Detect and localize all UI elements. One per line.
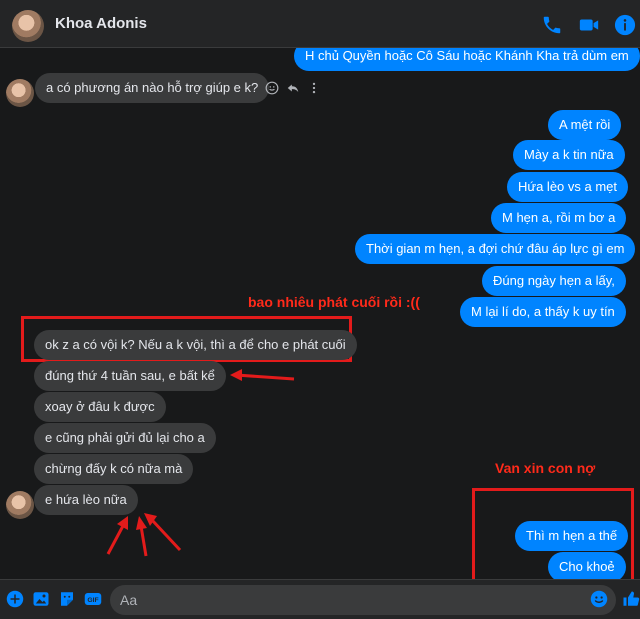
message-outgoing: Thời gian m hẹn, a đợi chứ đâu áp lực gì… xyxy=(355,234,636,264)
message-outgoing: M lại lí do, a thấy k uy tín xyxy=(460,297,626,327)
message-outgoing: Hứa lèo vs a mẹt xyxy=(507,172,629,202)
message-input[interactable]: Aa xyxy=(110,585,616,615)
contact-avatar[interactable] xyxy=(12,10,44,42)
message-incoming: e cũng phải gửi đủ lại cho a xyxy=(34,423,216,453)
message-outgoing: M hẹn a, rồi m bơ a xyxy=(491,203,627,233)
sender-avatar xyxy=(6,79,34,107)
info-icon[interactable] xyxy=(614,14,636,36)
message-outgoing: Cho khoẻ xyxy=(548,552,626,579)
message-outgoing: A mệt rồi xyxy=(548,110,622,140)
emoji-icon[interactable] xyxy=(590,590,608,608)
video-call-icon[interactable] xyxy=(578,14,600,36)
more-options-icon[interactable] xyxy=(309,81,319,95)
plus-icon[interactable] xyxy=(6,590,24,608)
message-incoming: a có phương án nào hỗ trợ giúp e k? xyxy=(35,73,270,103)
message-outgoing: Thì m hẹn a thế xyxy=(515,521,629,551)
arrow-annotation xyxy=(230,369,295,381)
svg-text:GIF: GIF xyxy=(87,597,98,604)
contact-name[interactable]: Khoa Adonis xyxy=(55,15,147,32)
sender-avatar xyxy=(6,491,34,519)
phone-icon[interactable] xyxy=(541,14,563,36)
message-outgoing: Đúng ngày hẹn a lấy, xyxy=(482,266,626,296)
react-emoji-icon[interactable] xyxy=(265,81,279,95)
annotation-note: bao nhiêu phát cuối rồi :(( xyxy=(248,294,420,310)
sticker-icon[interactable] xyxy=(58,590,76,608)
message-composer: GIF Aa xyxy=(0,579,640,619)
message-incoming: chừng đấy k có nữa mà xyxy=(34,454,194,484)
chat-header: Khoa Adonis xyxy=(0,0,640,48)
message-incoming: xoay ở đâu k được xyxy=(34,392,166,422)
message-outgoing: H chủ Quyền hoặc Cô Sáu hoặc Khánh Kha t… xyxy=(294,48,640,71)
reply-icon[interactable] xyxy=(286,81,300,95)
image-icon[interactable] xyxy=(32,590,50,608)
gif-icon[interactable]: GIF xyxy=(84,590,102,608)
message-incoming: đúng thứ 4 tuần sau, e bất kể xyxy=(34,361,226,391)
conversation-area[interactable]: H chủ Quyền hoặc Cô Sáu hoặc Khánh Kha t… xyxy=(0,48,640,579)
arrow-annotation xyxy=(106,513,182,557)
annotation-note: Van xin con nợ xyxy=(495,460,596,476)
like-icon[interactable] xyxy=(622,590,640,608)
message-incoming: ok z a có vội k? Nếu a k vội, thì a để c… xyxy=(34,330,357,360)
message-outgoing: Mày a k tin nữa xyxy=(513,140,625,170)
